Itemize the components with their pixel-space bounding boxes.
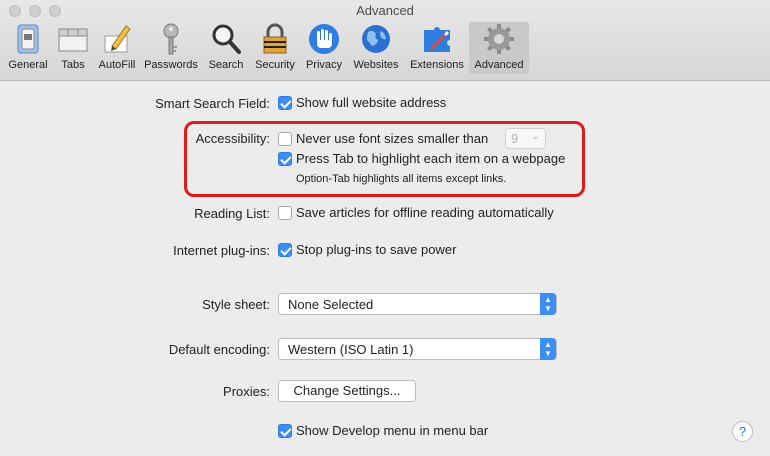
tabs-icon [58, 28, 88, 52]
title-bar: Advanced General Tabs AutoFill Passwords… [0, 0, 770, 81]
encoding-label: Default encoding: [168, 342, 270, 357]
accessibility-highlight-box [184, 121, 585, 197]
tab-extensions[interactable]: Extensions [406, 22, 468, 74]
tab-advanced[interactable]: Advanced [469, 22, 529, 74]
plugins-label: Internet plug-ins: [173, 243, 270, 258]
tab-general[interactable]: General [4, 22, 52, 74]
updown-arrows-icon: ▲ ▼ [540, 338, 556, 360]
lock-icon [263, 23, 287, 54]
updown-arrows-icon: ▲ ▼ [540, 293, 556, 315]
show-full-address-text: Show full website address [296, 95, 447, 110]
change-settings-button[interactable]: Change Settings... [278, 380, 416, 402]
preferences-window: Advanced General Tabs AutoFill Passwords… [0, 0, 770, 456]
style-sheet-label: Style sheet: [202, 297, 270, 312]
tab-tabs[interactable]: Tabs [54, 22, 92, 74]
smart-search-label: Smart Search Field: [155, 96, 270, 111]
proxies-label: Proxies: [223, 384, 270, 399]
show-full-address-checkbox[interactable] [278, 96, 292, 110]
tab-search[interactable]: Search [206, 22, 246, 74]
offline-reading-text: Save articles for offline reading automa… [296, 205, 554, 220]
develop-menu-text: Show Develop menu in menu bar [296, 423, 489, 438]
style-sheet-popup[interactable]: None Selected ▲ ▼ [278, 293, 557, 315]
puzzle-icon [424, 27, 450, 52]
magnifier-icon [212, 24, 241, 54]
key-icon [163, 23, 179, 55]
develop-menu-checkbox[interactable] [278, 424, 292, 438]
globe-icon [362, 25, 390, 53]
reading-list-label: Reading List: [194, 206, 270, 221]
help-button[interactable]: ? [732, 421, 753, 442]
general-switch-icon [17, 24, 39, 54]
tab-passwords[interactable]: Passwords [142, 22, 200, 74]
hand-icon [309, 24, 339, 54]
stop-plugins-text: Stop plug-ins to save power [296, 242, 457, 257]
stop-plugins-checkbox[interactable] [278, 243, 292, 257]
tab-websites[interactable]: Websites [350, 22, 402, 74]
autofill-pencil-icon [104, 25, 131, 53]
window-title: Advanced [356, 3, 414, 18]
offline-reading-checkbox[interactable] [278, 206, 292, 220]
encoding-popup[interactable]: Western (ISO Latin 1) ▲ ▼ [278, 338, 557, 360]
tab-autofill[interactable]: AutoFill [95, 22, 139, 74]
tab-privacy[interactable]: Privacy [303, 22, 345, 74]
gear-icon [484, 24, 514, 54]
tab-security[interactable]: Security [251, 22, 299, 74]
